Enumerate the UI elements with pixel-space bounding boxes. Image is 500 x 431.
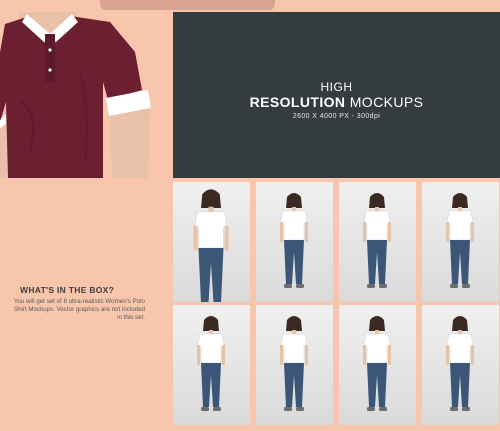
mockup-thumbnail[interactable] [256, 305, 333, 425]
model-figure [197, 316, 225, 411]
title-line-2: RESOLUTION MOCKUPS [173, 94, 500, 110]
model-figure [363, 193, 391, 288]
cropped-photo-peek [100, 0, 275, 10]
title-bold: RESOLUTION [249, 94, 346, 110]
mockup-thumbnail[interactable] [173, 182, 250, 302]
hero-photo [0, 12, 167, 178]
box-description: You will get set of 8 ultra-realistic Wo… [13, 298, 145, 321]
model-figure [280, 316, 308, 411]
model-figure [363, 316, 391, 411]
mockup-thumbnail[interactable] [422, 182, 499, 302]
model-figure [446, 193, 474, 288]
mockup-thumbnail[interactable] [339, 182, 416, 302]
mockup-thumbnail[interactable] [339, 305, 416, 425]
box-heading: WHAT'S IN THE BOX? [20, 285, 115, 295]
model-figure [446, 316, 474, 411]
top-strip [0, 0, 500, 10]
title-line-1: HIGH [320, 80, 353, 94]
mockup-thumbnail[interactable] [256, 182, 333, 302]
info-panel: WHAT'S IN THE BOX? You will get set of 8… [0, 180, 167, 431]
mockup-thumbnail[interactable] [173, 305, 250, 425]
maroon-polo-illustration [0, 12, 151, 178]
title-panel: HIGH RESOLUTION MOCKUPS 2600 X 4000 PX -… [173, 12, 500, 178]
model-figure [280, 193, 308, 288]
title-rest: MOCKUPS [345, 94, 424, 110]
mockup-thumbnail[interactable] [422, 305, 499, 425]
resolution-spec: 2600 X 4000 PX - 300dpi [292, 113, 381, 120]
model-figure [193, 189, 229, 302]
